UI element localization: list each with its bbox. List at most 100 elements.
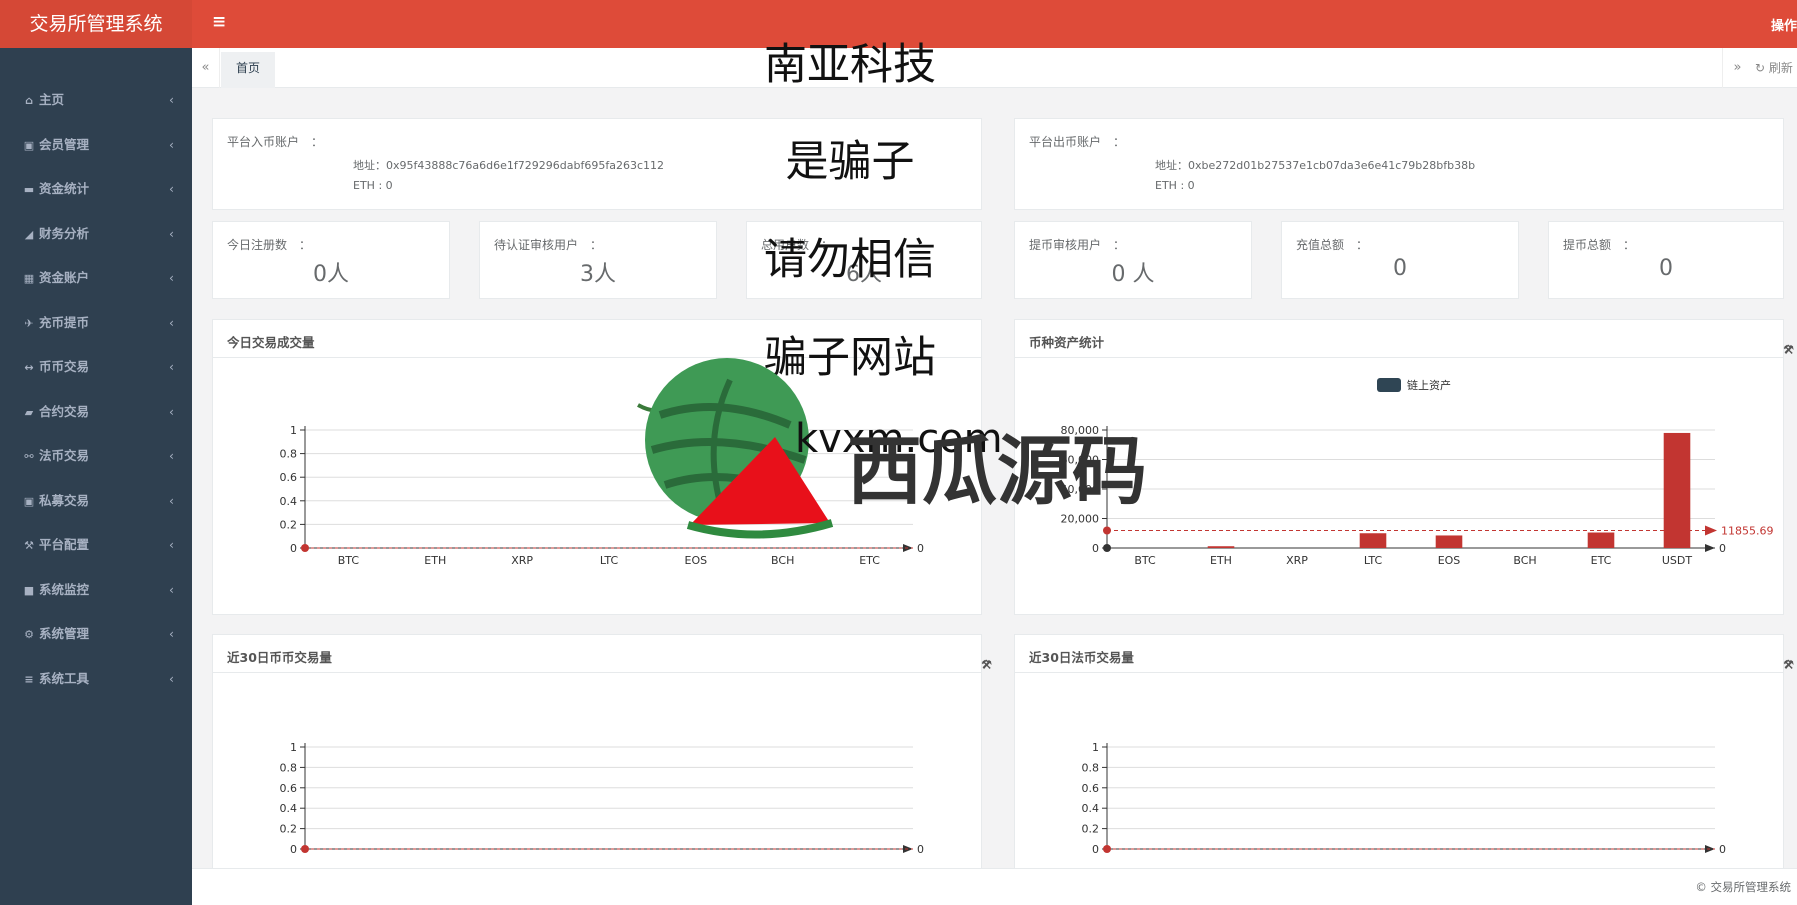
x-tick-label: BCH: [771, 554, 794, 567]
panel-title: 近30日币币交易量: [227, 650, 332, 665]
chevron-left-icon: ‹: [169, 92, 174, 107]
app-root: 交易所管理系统 ≡ 操作 ⌂ 主页 ‹ ▣ 会员管理 ‹ ▬ 资金统计 ‹ ◢ 财务分析 ‹ ▦ 资金账户…: [0, 0, 1797, 905]
y-tick-label: 1: [290, 741, 297, 754]
mark-line-label: 11855.69: [1721, 525, 1774, 538]
sidebar-item-label: 合约交易: [39, 403, 90, 419]
home-icon: ⌂: [25, 94, 33, 107]
close-icon[interactable]: ✕: [1783, 657, 1797, 672]
y-tick-label: 1: [1092, 741, 1099, 754]
y-tick-label: 0.6: [1082, 782, 1100, 795]
exchange-icon: ↔: [24, 361, 34, 374]
y-tick-label: 0.2: [1082, 823, 1100, 836]
top-action-menu[interactable]: 操作: [1771, 15, 1797, 34]
y-tick-label: 0: [1092, 843, 1099, 856]
sidebar-item[interactable]: ⚒ 平台配置 ‹: [0, 525, 192, 570]
recharge-total-card: 充值总额 ： 0: [1281, 221, 1519, 299]
panel-title: 近30日法币交易量: [1029, 650, 1134, 665]
y-tick-label: 0.6: [280, 782, 298, 795]
fiat-30d-panel: 近30日法币交易量 ⌃ ⚒ ✕ 0 0.2 0.4 0.6 0.8 1 0: [1014, 634, 1794, 874]
tab-scroll-right-icon[interactable]: »: [1722, 48, 1752, 88]
wrench-icon: ⚒: [24, 539, 34, 552]
sidebar: ⌂ 主页 ‹ ▣ 会员管理 ‹ ▬ 资金统计 ‹ ◢ 财务分析 ‹ ▦ 资金账户 ‹ ✈ 充币提币 ‹ ↔ 币币交易 ‹…: [0, 48, 192, 905]
tab-scroll-left-icon[interactable]: «: [192, 48, 220, 88]
y-tick-label: 0.8: [280, 448, 298, 461]
x-tick-label: XRP: [511, 554, 533, 567]
pending-verification-card: 待认证审核用户 ： 3人: [479, 221, 717, 299]
coin-30d-chart: 0 0.2 0.4 0.6 0.8 1 0: [280, 741, 925, 856]
chevron-left-icon: ‹: [169, 225, 174, 241]
chevron-left-icon: ‹: [169, 626, 174, 641]
watermark-line: 南亚科技: [764, 40, 936, 90]
tab-home[interactable]: 首页: [221, 52, 276, 88]
withdraw-account-address: 地址：0xbe272d01b27537e1cb07da3e6e41c79b28b…: [1155, 159, 1476, 172]
stat-label: 充值总额 ：: [1296, 238, 1369, 252]
x-tick-label: EOS: [1438, 554, 1461, 567]
x-tick-label: USDT: [1662, 554, 1693, 567]
y-tick-label: 0.6: [280, 471, 298, 484]
chevron-left-icon: ‹: [169, 537, 174, 552]
panel-header: 近30日法币交易量 ⌃ ⚒ ✕: [1015, 635, 1794, 673]
sidebar-item[interactable]: ▬ 资金统计 ‹: [0, 169, 192, 214]
panel-title: 币种资产统计: [1029, 335, 1105, 350]
y-tick-label: 0.4: [1082, 802, 1100, 815]
stat-label: 提币审核用户 ：: [1029, 238, 1126, 252]
sidebar-item[interactable]: ⌂ 主页 ‹: [0, 80, 192, 125]
credit-card-icon: ▬: [23, 183, 35, 196]
origin-dot: [301, 544, 309, 552]
sidebar-item-label: 币币交易: [39, 359, 90, 374]
refresh-label: 刷新: [1768, 61, 1793, 75]
origin-dot: [1103, 544, 1111, 552]
close-icon[interactable]: ✕: [1783, 342, 1797, 357]
chevron-left-icon: ‹: [169, 314, 174, 330]
sidebar-item-label: 平台配置: [39, 537, 90, 552]
axis-end-label: 0: [917, 542, 924, 555]
x-tick-label: BTC: [1134, 554, 1156, 567]
sidebar-item-label: 系统监控: [39, 581, 90, 597]
sidebar-item[interactable]: ✈ 充币提币 ‹: [0, 303, 192, 348]
coin-30d-panel: 近30日币币交易量 ⌃ ⚒ ✕ 0 0.2 0.4 0.6 0.8 1 0: [212, 634, 992, 874]
sidebar-item[interactable]: ↔ 币币交易 ‹: [0, 347, 192, 392]
withdraw-account-label: 平台出币账户 ：: [1029, 135, 1126, 149]
chevron-left-icon: ‹: [169, 492, 174, 508]
legend-swatch: [1377, 378, 1401, 392]
refresh-button[interactable]: ↻ 刷新: [1755, 48, 1793, 88]
x-tick-label: EOS: [685, 554, 708, 567]
sidebar-item-label: 资金统计: [39, 181, 90, 196]
bar: [1587, 532, 1615, 548]
refresh-icon: ↻: [1755, 61, 1769, 75]
sidebar-item[interactable]: ▣ 私募交易 ‹: [0, 481, 192, 526]
y-tick-label: 0: [290, 542, 297, 555]
chevron-left-icon: ‹: [169, 136, 174, 152]
stat-label: 今日注册数 ：: [227, 238, 312, 252]
chevron-left-icon: ‹: [169, 448, 174, 463]
chevron-left-icon: ‹: [169, 403, 174, 419]
y-tick-label: 0.4: [280, 495, 298, 508]
sidebar-item[interactable]: ▰ 合约交易 ‹: [0, 392, 192, 437]
axis-end-label: 0: [1719, 542, 1726, 555]
stat-value: 0 人: [1111, 262, 1155, 287]
sidebar-item[interactable]: ▦ 资金账户 ‹: [0, 258, 192, 303]
sidebar-item-label: 系统管理: [39, 626, 90, 641]
y-tick-label: 0.8: [280, 761, 298, 774]
sidebar-item[interactable]: ⚙ 系统管理 ‹: [0, 614, 192, 659]
x-tick-label: ETC: [859, 554, 880, 567]
close-icon[interactable]: ✕: [981, 657, 997, 672]
y-tick-label: 0.2: [280, 518, 298, 531]
bar: [1359, 533, 1387, 548]
handshake-icon: ⚯: [24, 450, 34, 463]
y-tick-label: 1: [290, 424, 297, 437]
y-tick-label: 0.8: [1082, 761, 1100, 774]
chevron-left-icon: ‹: [169, 670, 174, 686]
axis-end-label: 0: [1719, 843, 1726, 856]
sidebar-item[interactable]: ⚯ 法币交易 ‹: [0, 436, 192, 481]
y-tick-label: 0: [1092, 542, 1099, 555]
sidebar-nav: ⌂ 主页 ‹ ▣ 会员管理 ‹ ▬ 资金统计 ‹ ◢ 财务分析 ‹ ▦ 资金账户 ‹ ✈ 充币提币 ‹ ↔ 币币交易 ‹…: [0, 48, 192, 703]
sidebar-item[interactable]: ◢ 财务分析 ‹: [0, 214, 192, 259]
stat-value: 0: [1393, 256, 1407, 281]
origin-dot: [301, 845, 309, 853]
sidebar-item-label: 财务分析: [39, 225, 90, 241]
menu-toggle-icon[interactable]: ≡: [212, 12, 226, 32]
sidebar-item[interactable]: ▣ 会员管理 ‹: [0, 125, 192, 170]
sidebar-item[interactable]: ≡ 系统工具 ‹: [0, 659, 192, 704]
sidebar-item[interactable]: ■ 系统监控 ‹: [0, 570, 192, 615]
